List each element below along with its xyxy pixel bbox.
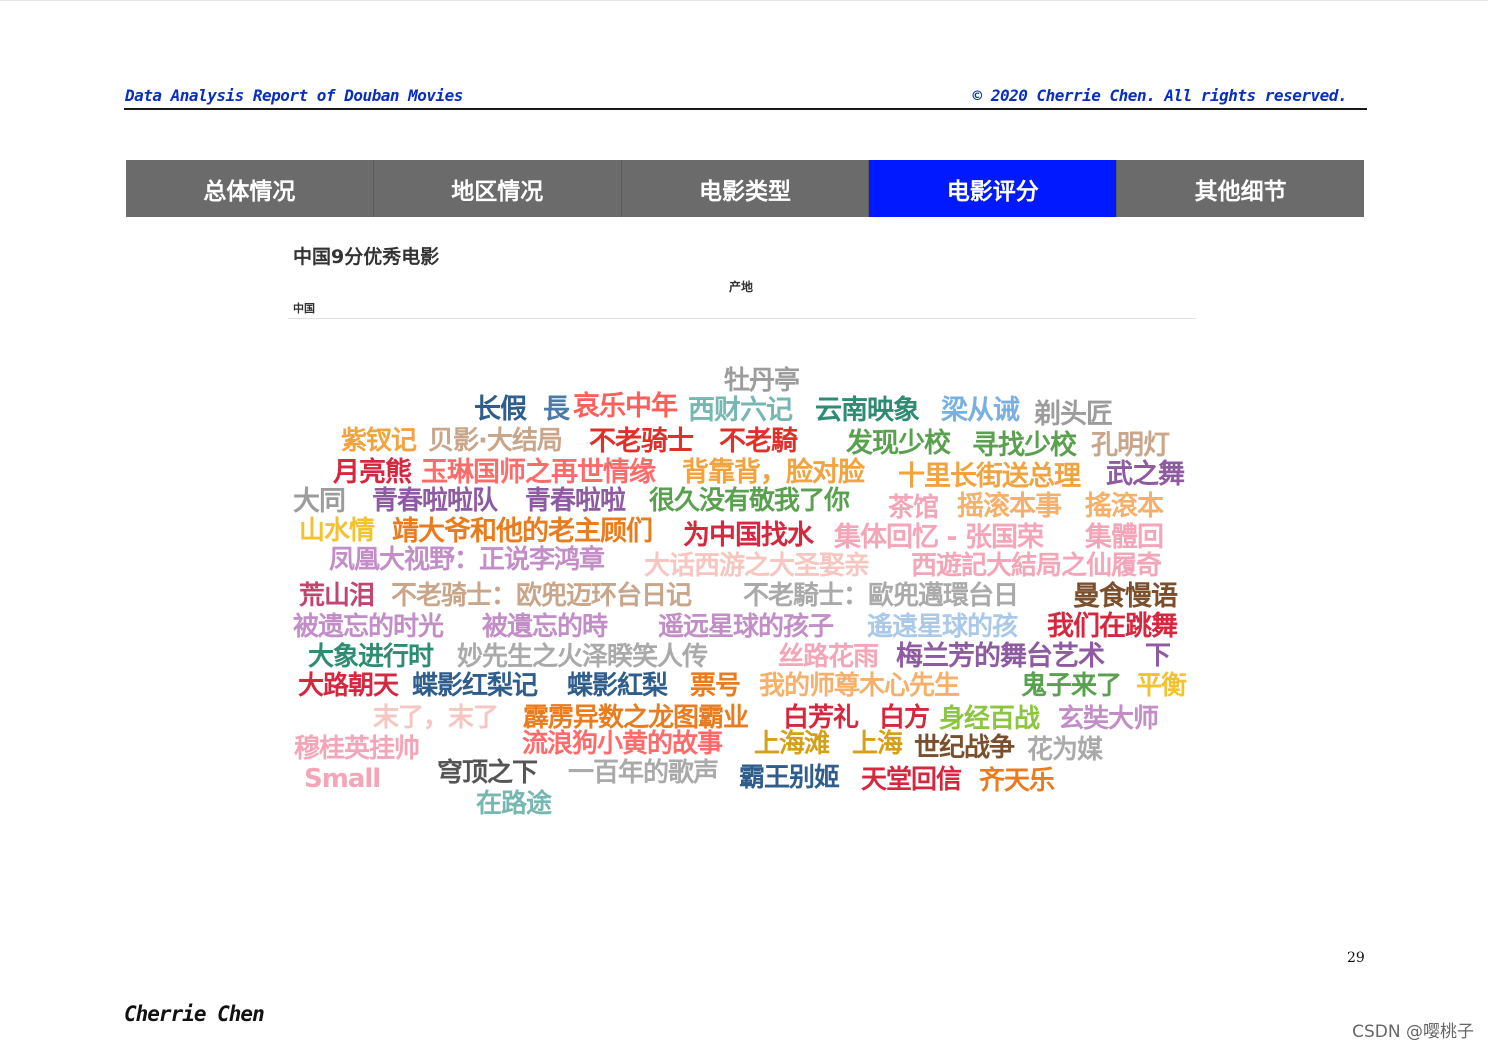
word-cloud-item[interactable]: 哀乐中年 — [573, 393, 678, 420]
word-cloud-item[interactable]: 月亮熊 — [333, 459, 412, 486]
word-cloud-item[interactable]: 寻找少校 — [972, 432, 1077, 459]
word-cloud-item[interactable]: 梁从诫 — [941, 397, 1020, 424]
word-cloud-item[interactable]: 上海 — [852, 731, 903, 757]
panel-title: 中国9分优秀电影 — [293, 246, 440, 268]
word-cloud-item[interactable]: 青春啦啦队 — [372, 488, 498, 514]
word-cloud-item[interactable]: 十里长街送总理 — [898, 463, 1081, 490]
word-cloud-item[interactable]: 为中国找水 — [683, 522, 814, 549]
report-title: Data Analysis Report of Douban Movies — [125, 86, 463, 105]
word-cloud-item[interactable]: 曼食慢语 — [1073, 583, 1178, 610]
tab-region[interactable]: 地区情况 — [373, 160, 622, 217]
word-cloud-item[interactable]: 大象进行时 — [308, 644, 434, 670]
word-cloud-item[interactable]: 末了，末了 — [373, 705, 499, 731]
word-cloud-item[interactable]: 長 — [543, 396, 570, 423]
filter-value[interactable]: 中国 — [293, 300, 315, 316]
word-cloud-item[interactable]: 青春啦啦 — [525, 488, 626, 514]
word-cloud-item[interactable]: 票号 — [690, 673, 741, 699]
word-cloud-item[interactable]: 山水情 — [299, 518, 375, 544]
word-cloud-item[interactable]: 集體回 — [1085, 524, 1164, 551]
word-cloud-item[interactable]: 武之舞 — [1106, 461, 1185, 488]
word-cloud-item[interactable]: 天堂回信 — [861, 767, 962, 793]
word-cloud-item[interactable]: 平衡 — [1136, 673, 1187, 699]
page-number: 29 — [1347, 950, 1365, 966]
word-cloud-item[interactable]: 齐天乐 — [979, 768, 1055, 794]
word-cloud-item[interactable]: 不老骑士：欧兜迈环台日记 — [391, 583, 692, 609]
tab-genre[interactable]: 电影类型 — [621, 160, 870, 217]
word-cloud-item[interactable]: 流浪狗小黄的故事 — [522, 731, 723, 757]
word-cloud-item[interactable]: 西财六记 — [688, 397, 793, 424]
header-divider — [124, 108, 1367, 110]
tab-details[interactable]: 其他细节 — [1117, 160, 1364, 217]
copyright-notice: © 2020 Cherrie Chen. All rights reserved… — [972, 86, 1348, 105]
word-cloud-item[interactable]: 我的师尊木心先生 — [759, 673, 960, 699]
word-cloud-item[interactable]: 白芳礼 — [783, 705, 859, 731]
word-cloud-item[interactable]: 不老骑士 — [589, 428, 694, 455]
word-cloud-item[interactable]: 西遊記大結局之仙履奇 — [911, 553, 1162, 579]
word-cloud-item[interactable]: 玄奘大师 — [1058, 706, 1159, 732]
top-rule — [0, 0, 1488, 1]
word-cloud-item[interactable]: 长假 — [474, 396, 527, 423]
word-cloud-item[interactable]: 霸王别姬 — [739, 765, 840, 791]
word-cloud-item[interactable]: 搖滾本 — [1085, 493, 1164, 520]
tab-rating[interactable]: 电影评分 — [869, 160, 1118, 217]
word-cloud-item[interactable]: 大同 — [293, 488, 346, 515]
word-cloud-item[interactable]: 蝶影紅梨 — [567, 673, 668, 699]
word-cloud-item[interactable]: 凤凰大视野：正说李鸿章 — [329, 547, 605, 573]
word-cloud-item[interactable]: 茶馆 — [888, 495, 939, 521]
word-cloud-item[interactable]: 我们在跳舞 — [1047, 613, 1178, 640]
filter-divider — [288, 318, 1196, 319]
word-cloud-item[interactable]: 大路朝天 — [298, 673, 399, 699]
word-cloud-item[interactable]: 不老騎 — [719, 428, 798, 455]
word-cloud-item[interactable]: 不老騎士：歐兜邁環台日 — [743, 583, 1019, 609]
word-cloud-item[interactable]: 紫钗记 — [341, 428, 417, 454]
word-cloud-item[interactable]: 剃头匠 — [1034, 401, 1113, 428]
word-cloud-item[interactable]: 被遺忘的時 — [482, 614, 608, 640]
watermark: CSDN @嘤桃子 — [1352, 1022, 1474, 1042]
word-cloud-item[interactable]: 遥远星球的孩子 — [658, 614, 834, 640]
author-name: Cherrie Chen — [124, 1002, 265, 1026]
word-cloud-item[interactable]: 在路途 — [476, 791, 552, 817]
word-cloud-item[interactable]: 牡丹亭 — [724, 368, 800, 394]
word-cloud-item[interactable]: 云南映象 — [815, 397, 920, 424]
word-cloud-item[interactable]: 穹顶之下 — [437, 760, 538, 786]
word-cloud-item[interactable]: 花为媒 — [1027, 737, 1103, 763]
word-cloud-item[interactable]: 背靠背，脸对脸 — [682, 459, 865, 486]
word-cloud-item[interactable]: 集体回忆 - 张国荣 — [834, 524, 1044, 551]
word-cloud-item[interactable]: Small — [304, 766, 381, 792]
word-cloud-item[interactable]: 下 — [1145, 643, 1171, 669]
word-cloud-item[interactable]: 很久没有敬我了你 — [649, 488, 850, 514]
word-cloud-item[interactable]: 摇滚本事 — [957, 493, 1062, 520]
word-cloud-item[interactable]: 贝影·大结局 — [428, 428, 563, 454]
word-cloud-item[interactable]: 梅兰芳的舞台艺术 — [896, 643, 1105, 670]
word-cloud-item[interactable]: 孔明灯 — [1091, 432, 1170, 459]
word-cloud-item[interactable]: 丝路花雨 — [778, 644, 879, 670]
word-cloud-item[interactable]: 霹雳异数之龙图霸业 — [523, 705, 749, 731]
word-cloud-item[interactable]: 身经百战 — [939, 706, 1040, 732]
tab-bar: 总体情况 地区情况 电影类型 电影评分 其他细节 — [126, 160, 1364, 217]
word-cloud-item[interactable]: 大话西游之大圣娶亲 — [644, 553, 870, 579]
word-cloud: 牡丹亭 长假長哀乐中年 西财六记 云南映象 梁从诫 剃头匠 紫钗记 贝影·大结局 不老骑士 不老騎… — [0, 0, 1488, 1046]
word-cloud-item[interactable]: 荒山泪 — [299, 583, 375, 609]
word-cloud-item[interactable]: 遙遠星球的孩 — [867, 614, 1018, 640]
tab-overview[interactable]: 总体情况 — [126, 160, 374, 217]
word-cloud-item[interactable]: 妙先生之火泽睽笑人传 — [457, 644, 708, 670]
word-cloud-item[interactable]: 鬼子来了 — [1021, 673, 1122, 699]
filter-label: 产地 — [729, 280, 754, 294]
word-cloud-item[interactable]: 被遗忘的时光 — [293, 614, 444, 640]
word-cloud-item[interactable]: 白方 — [879, 705, 930, 731]
word-cloud-item[interactable]: 上海滩 — [754, 731, 830, 757]
word-cloud-item[interactable]: 一百年的歌声 — [568, 760, 719, 786]
word-cloud-item[interactable]: 蝶影红梨记 — [412, 673, 538, 699]
word-cloud-item[interactable]: 穆桂英挂帅 — [294, 736, 420, 762]
word-cloud-item[interactable]: 世纪战争 — [914, 735, 1015, 761]
word-cloud-item[interactable]: 发现少校 — [846, 430, 951, 457]
word-cloud-item[interactable]: 玉琳国师之再世情缘 — [421, 459, 656, 486]
word-cloud-item[interactable]: 靖大爷和他的老主顾们 — [392, 518, 653, 545]
